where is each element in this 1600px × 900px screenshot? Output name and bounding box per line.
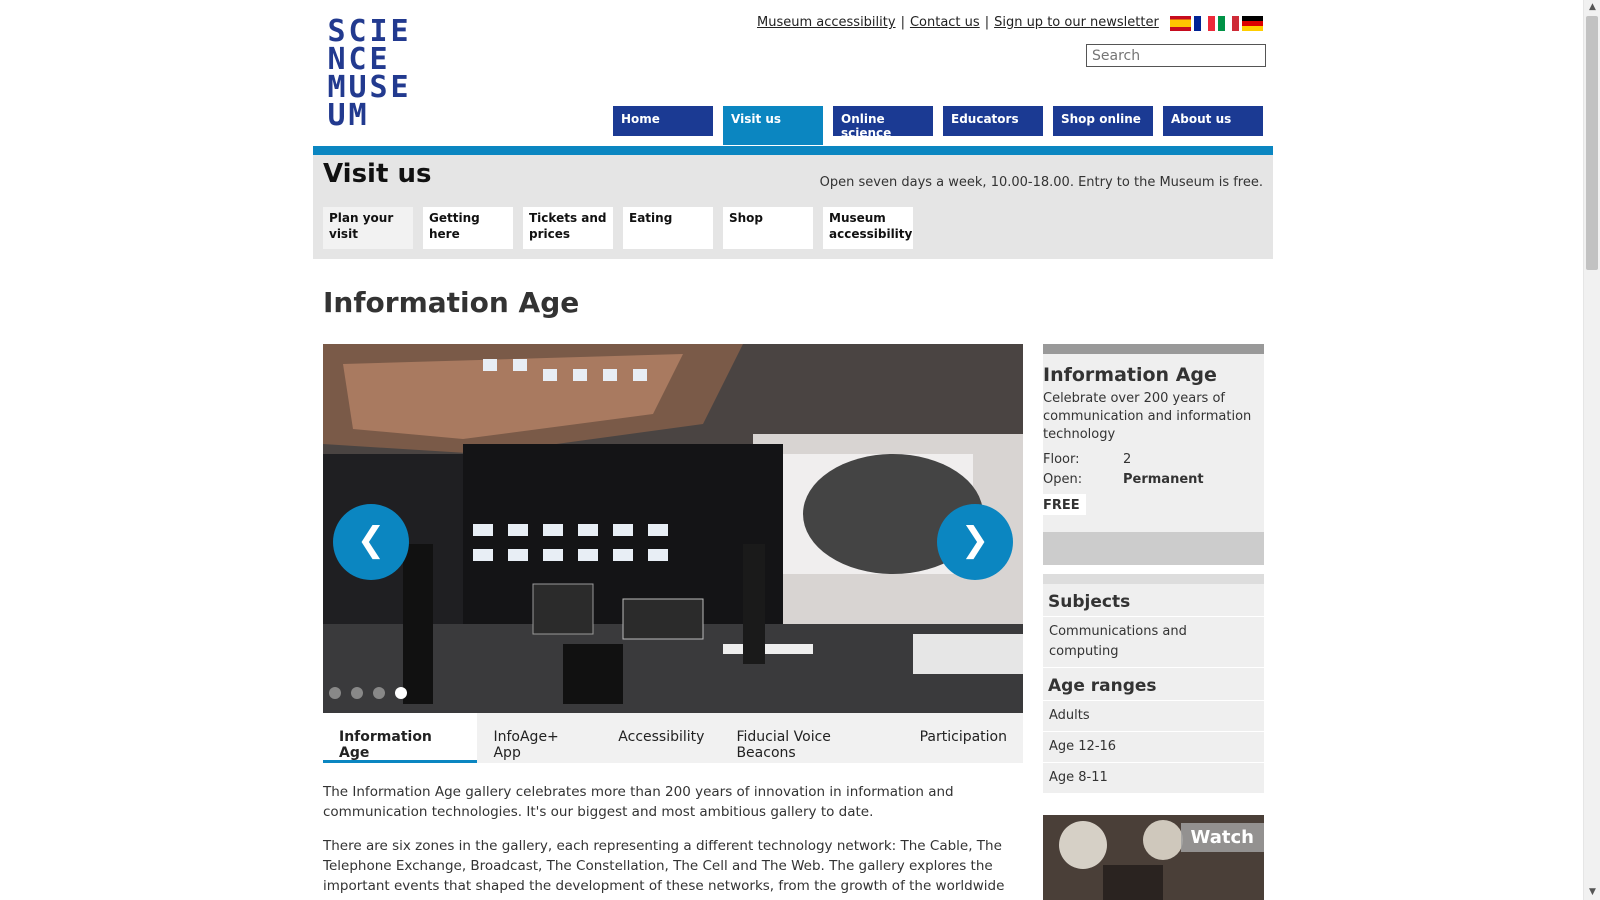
open-row: Open: Permanent (1043, 472, 1264, 488)
gallery-description: The Information Age gallery celebrates m… (323, 782, 1023, 900)
subnav-plan-your-visit[interactable]: Plan your visit (323, 207, 413, 249)
language-flags (1170, 16, 1263, 31)
page-scrollbar[interactable]: ▲ ▼ (1583, 0, 1600, 900)
nav-underline-bar (313, 146, 1273, 155)
floor-row: Floor: 2 (1043, 452, 1264, 468)
nav-online-science[interactable]: Online science (833, 106, 933, 140)
gallery-carousel: ❮ ❯ (323, 344, 1023, 713)
scroll-up-arrow-icon[interactable]: ▲ (1587, 2, 1598, 13)
subjects-heading: Subjects (1043, 584, 1264, 617)
logo-letter (388, 102, 409, 130)
subnav-museum-accessibility[interactable]: Museum accessibility (823, 207, 913, 249)
price-badge: FREE (1043, 494, 1086, 515)
page: SCIENCEMUSEUM Museum accessibility | Conta… (0, 0, 1568, 900)
watch-label: Watch (1180, 823, 1264, 852)
logo-letter: U (327, 98, 345, 133)
age-range-item[interactable]: Adults (1043, 701, 1264, 732)
section-title: Visit us (323, 159, 432, 189)
logo-letter (367, 102, 388, 130)
carousel-next-button[interactable]: ❯ (937, 504, 1013, 580)
scrollbar-thumb[interactable] (1586, 16, 1598, 270)
newsletter-signup-link[interactable]: Sign up to our newsletter (994, 15, 1159, 30)
link-separator: | (984, 15, 990, 30)
contact-us-link[interactable]: Contact us (910, 15, 980, 30)
age-range-item[interactable]: Age 8-11 (1043, 763, 1264, 794)
carousel-dot[interactable] (373, 687, 385, 699)
nav-home[interactable]: Home (613, 106, 713, 136)
page-title: Information Age (323, 286, 580, 319)
tab-fiducial-voice-beacons[interactable]: Fiducial Voice Beacons (720, 713, 903, 763)
carousel-dot[interactable] (395, 687, 407, 699)
subnav-eating[interactable]: Eating (623, 207, 713, 249)
age-ranges-heading: Age ranges (1043, 668, 1264, 701)
open-label: Open: (1043, 472, 1083, 487)
carousel-dot[interactable] (351, 687, 363, 699)
museum-accessibility-link[interactable]: Museum accessibility (757, 15, 896, 30)
german-flag-icon[interactable] (1242, 16, 1263, 31)
opening-hours: Open seven days a week, 10.00-18.00. Ent… (819, 175, 1263, 190)
utility-links: Museum accessibility | Contact us | Sign up … (757, 15, 1159, 30)
logo-letter: M (348, 98, 366, 133)
floor-value: 2 (1123, 452, 1132, 467)
spanish-flag-icon[interactable] (1170, 16, 1191, 31)
carousel-dots (329, 687, 407, 699)
nav-educators[interactable]: Educators (943, 106, 1043, 136)
chevron-left-icon: ❮ (356, 520, 386, 560)
floor-label: Floor: (1043, 452, 1080, 467)
subject-item[interactable]: Communications and computing (1043, 617, 1264, 668)
gallery-photo (323, 344, 1023, 713)
french-flag-icon[interactable] (1194, 16, 1215, 31)
logo-letter: E (390, 70, 408, 105)
italian-flag-icon[interactable] (1218, 16, 1239, 31)
nav-shop-online[interactable]: Shop online (1053, 106, 1153, 136)
carousel-dot[interactable] (329, 687, 341, 699)
chevron-right-icon: ❯ (960, 520, 990, 560)
nav-visit-us[interactable]: Visit us (723, 106, 823, 145)
logo-letter: S (369, 70, 387, 105)
subnav-tickets-and-prices[interactable]: Tickets and prices (523, 207, 613, 249)
nav-about-us[interactable]: About us (1163, 106, 1263, 136)
watch-video-panel[interactable]: Watch (1043, 815, 1264, 900)
info-panel-footer (1043, 532, 1264, 565)
subjects-panel: Subjects Communications and computing Ag… (1043, 574, 1264, 794)
content-tabs: Information Age InfoAge+ App Accessibili… (323, 713, 1023, 763)
section-header: Visit us Open seven days a week, 10.00-1… (313, 155, 1273, 259)
info-panel-title: Information Age (1043, 364, 1217, 386)
tab-infoage-app[interactable]: InfoAge+ App (477, 713, 602, 763)
link-separator: | (900, 15, 905, 30)
science-museum-logo[interactable]: SCIENCEMUSEUM (325, 14, 409, 133)
info-panel-description: Celebrate over 200 years of communicatio… (1043, 391, 1252, 442)
carousel-prev-button[interactable]: ❮ (333, 504, 409, 580)
tab-participation[interactable]: Participation (904, 713, 1023, 763)
search-input[interactable] (1086, 44, 1266, 67)
logo-letter: E (390, 14, 408, 49)
section-subnav: Plan your visit Getting here Tickets and… (323, 207, 913, 249)
gallery-info-panel: Information Age Celebrate over 200 years… (1043, 344, 1264, 565)
description-paragraph: There are six zones in the gallery, each… (323, 838, 1005, 894)
description-paragraph: The Information Age gallery celebrates m… (323, 784, 954, 820)
subnav-getting-here[interactable]: Getting here (423, 207, 513, 249)
scroll-down-arrow-icon[interactable]: ▼ (1587, 887, 1598, 898)
main-nav: Home Visit us Online science Educators S… (613, 106, 1263, 145)
age-range-item[interactable]: Age 12-16 (1043, 732, 1264, 763)
subnav-shop[interactable]: Shop (723, 207, 813, 249)
tab-accessibility[interactable]: Accessibility (602, 713, 720, 763)
open-value: Permanent (1123, 472, 1204, 487)
tab-information-age[interactable]: Information Age (323, 713, 478, 763)
